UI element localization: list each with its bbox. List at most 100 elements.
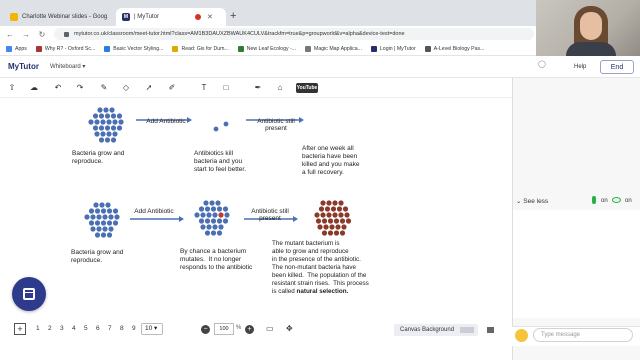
pointer-icon[interactable]: ➚ <box>143 82 155 94</box>
page-1-button[interactable]: 1 <box>36 325 40 332</box>
bacteria-dot <box>106 220 113 226</box>
move-icon[interactable]: ✥ <box>286 324 293 333</box>
eraser-icon[interactable]: ◇ <box>120 82 132 94</box>
page-select[interactable]: 10 ▾ <box>141 323 163 335</box>
resistant-bacteria-dot <box>326 212 332 218</box>
page-2-button[interactable]: 2 <box>48 325 52 332</box>
highlighter-icon[interactable]: ✒ <box>252 82 264 94</box>
surviving-bacteria-dot <box>223 121 229 127</box>
resistant-bacteria-dot <box>333 230 340 236</box>
help-icon[interactable]: ◯ <box>538 60 546 68</box>
mic-status: on <box>601 198 608 204</box>
page-7-button[interactable]: 7 <box>108 325 112 332</box>
forward-icon[interactable]: → <box>20 30 32 39</box>
marker-icon[interactable]: ✐ <box>166 82 178 94</box>
whiteboard-menu[interactable]: Whiteboard ▾ <box>50 63 85 70</box>
bookmark-new-leaf[interactable]: New Leaf Ecology -... <box>237 45 296 52</box>
caption-grow-2: Bacteria grow and reproduce. <box>71 249 124 264</box>
reload-icon[interactable]: ↻ <box>36 30 48 39</box>
whiteboard-canvas[interactable]: Add Antibiotic Antibiotic still present … <box>0 98 512 320</box>
bookmark-magic-map[interactable]: Magic Map Applica... <box>305 45 362 52</box>
mytutor-logo: MyTutor <box>8 62 39 71</box>
bacteria-dot <box>224 212 230 218</box>
stamp-icon[interactable]: ⌂ <box>274 82 286 94</box>
bacteria-dot <box>94 232 101 238</box>
resistant-bacteria-dot <box>344 212 350 218</box>
page-3-button[interactable]: 3 <box>60 325 64 332</box>
caption-full-recovery: After one week all bacteria have been ki… <box>302 145 360 176</box>
webcam-video <box>536 0 640 60</box>
back-icon[interactable]: ← <box>4 30 16 39</box>
bacteria-dot <box>84 214 90 220</box>
emoji-icon[interactable] <box>515 329 528 342</box>
bookmark-why-r[interactable]: Why R? - Oxford Sc... <box>35 45 96 52</box>
chat-messages-area <box>513 210 640 318</box>
bookmark-apps[interactable]: Apps <box>6 45 27 52</box>
zoom-input[interactable]: 100 <box>214 323 234 335</box>
canvas-background-label: Canvas Background <box>400 327 455 333</box>
bacteria-dot <box>218 224 224 230</box>
resistant-bacteria-dot <box>321 230 328 236</box>
bacteria-dot <box>108 226 114 232</box>
resistant-bacteria-dot <box>332 200 338 206</box>
tab-mytutor[interactable]: M | MyTutor ✕ <box>116 8 226 26</box>
page-8-button[interactable]: 8 <box>120 325 124 332</box>
see-less-toggle[interactable]: ⌄ See less <box>516 197 548 205</box>
page-4-button[interactable]: 4 <box>72 325 76 332</box>
screen-share-icon[interactable]: ▭ <box>266 324 274 333</box>
undo-icon[interactable]: ↶ <box>52 82 64 94</box>
bacteria-dot <box>105 202 111 208</box>
page-6-button[interactable]: 6 <box>96 325 100 332</box>
bookmark-label: Why R? - Oxford Sc... <box>44 45 96 52</box>
zoom-in-button[interactable]: + <box>245 325 254 334</box>
upload-icon[interactable]: ⇧ <box>6 82 18 94</box>
bookmark-icon <box>104 45 111 52</box>
webcam-person-face <box>580 12 602 40</box>
bacteria-dot <box>97 107 103 113</box>
surviving-bacteria-dot <box>213 126 219 132</box>
resistant-bacteria-dot <box>338 200 344 206</box>
resistant-bacteria-dot <box>314 212 320 218</box>
bookmark-gis[interactable]: Read: Gis for Dum... <box>172 45 229 52</box>
zoom-out-button[interactable]: − <box>201 325 210 334</box>
end-button[interactable]: End <box>600 60 634 74</box>
youtube-button[interactable]: YouTube <box>296 83 318 93</box>
help-link[interactable]: Help <box>574 64 586 70</box>
tab-label: | MyTutor <box>134 14 160 20</box>
bacteria-dot <box>110 125 117 131</box>
new-tab-icon[interactable]: + <box>230 10 236 22</box>
shape-icon[interactable]: □ <box>220 82 232 94</box>
bacteria-dot <box>90 226 96 232</box>
tab-label: Charlotte Webinar slides - Goog <box>22 14 108 20</box>
page-5-button[interactable]: 5 <box>84 325 88 332</box>
camera-eye-icon[interactable] <box>612 197 621 203</box>
text-icon[interactable]: T <box>198 82 210 94</box>
caption-mutates: By chance a bacterium mutates. It no lon… <box>180 248 253 271</box>
pen-icon[interactable]: ✎ <box>98 82 110 94</box>
bacteria-dot <box>104 125 111 131</box>
url-field[interactable]: mytutor.co.uk/classroom/meet-tutor.html?… <box>54 28 534 40</box>
resistant-bacteria-dot <box>336 206 343 212</box>
redo-icon[interactable]: ↷ <box>74 82 86 94</box>
bacteria-dot <box>88 208 95 214</box>
bacteria-dot <box>98 125 105 131</box>
tab-charlotte-webinar[interactable]: Charlotte Webinar slides - Goog <box>4 8 113 26</box>
bookmark-login-mytutor[interactable]: Login | MyTutor <box>370 45 416 52</box>
calendar-button[interactable] <box>12 277 46 311</box>
zoom-unit: % <box>236 325 242 331</box>
close-tab-icon[interactable]: ✕ <box>207 13 213 21</box>
bacteria-dot <box>88 119 94 125</box>
bacteria-dot <box>104 137 111 143</box>
bookmark-a-level-bio[interactable]: A-Level Biology Pas... <box>424 45 484 52</box>
microphone-icon[interactable] <box>592 196 596 204</box>
bacteria-dot <box>106 131 112 137</box>
message-input[interactable]: Type message <box>533 328 633 342</box>
bookmark-vector-styling[interactable]: Basic Vector Styling... <box>104 45 163 52</box>
bookmark-icon <box>424 45 431 52</box>
add-page-button[interactable]: + <box>14 323 26 335</box>
canvas-background-button[interactable]: Canvas Background <box>394 324 478 336</box>
bacteria-dot <box>112 131 118 137</box>
page-9-button[interactable]: 9 <box>132 325 136 332</box>
cloud-icon[interactable]: ☁ <box>28 82 40 94</box>
grid-icon[interactable] <box>487 327 494 333</box>
